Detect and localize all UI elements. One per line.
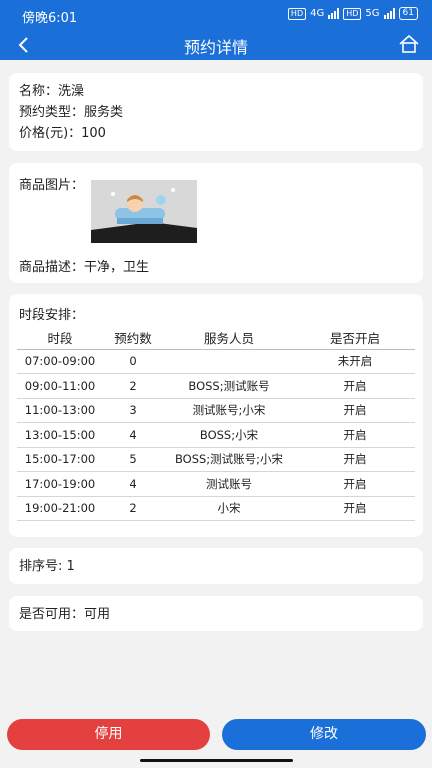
booking-count: 4 bbox=[103, 422, 163, 448]
hd-badge: HD bbox=[287, 7, 307, 20]
column-header: 是否开启 bbox=[295, 327, 415, 350]
time-slot: 09:00-11:00 bbox=[17, 373, 103, 399]
enabled-status: 开启 bbox=[295, 496, 415, 521]
network-label: 4G bbox=[310, 8, 325, 19]
column-header: 服务人员 bbox=[163, 327, 295, 350]
time-slot: 17:00-19:00 bbox=[17, 471, 103, 497]
time-slot: 07:00-09:00 bbox=[17, 349, 103, 374]
staff: 小宋 bbox=[163, 496, 295, 521]
price: 价格(元)：100 bbox=[19, 126, 106, 141]
service-name: 名称：洗澡 bbox=[19, 84, 85, 99]
top-nav-bar: 预约详情 bbox=[0, 30, 432, 60]
schedule-card: 时段安排： 时段 预约数 服务人员 是否开启 07:00-09:00 0 未开启… bbox=[9, 294, 423, 537]
booking-count: 0 bbox=[103, 349, 163, 374]
booking-count: 4 bbox=[103, 471, 163, 497]
table-header-row: 时段 预约数 服务人员 是否开启 bbox=[17, 327, 415, 350]
enabled-status: 开启 bbox=[295, 447, 415, 472]
signal-icon-2 bbox=[383, 8, 395, 19]
sort-order: 排序号: 1 bbox=[19, 559, 75, 574]
network-label-2: 5G bbox=[365, 8, 380, 19]
edit-button[interactable]: 修改 bbox=[222, 719, 426, 750]
time-slot: 19:00-21:00 bbox=[17, 496, 103, 521]
staff bbox=[163, 349, 295, 374]
column-header: 时段 bbox=[17, 327, 103, 350]
sort-order-card: 排序号: 1 bbox=[9, 548, 423, 584]
product-image[interactable] bbox=[91, 180, 197, 243]
booking-count: 2 bbox=[103, 496, 163, 521]
time-slot: 11:00-13:00 bbox=[17, 398, 103, 423]
basic-info-card: 名称：洗澡 预约类型：服务类 价格(元)：100 bbox=[9, 73, 423, 151]
enabled-status: 开启 bbox=[295, 398, 415, 423]
enabled-status: 开启 bbox=[295, 471, 415, 497]
schedule-table: 时段 预约数 服务人员 是否开启 07:00-09:00 0 未开启 09:00… bbox=[17, 327, 415, 521]
staff: 测试账号;小宋 bbox=[163, 398, 295, 423]
table-row: 17:00-19:00 4 测试账号 开启 bbox=[17, 471, 415, 497]
enabled-status: 开启 bbox=[295, 422, 415, 448]
table-row: 11:00-13:00 3 测试账号;小宋 开启 bbox=[17, 398, 415, 423]
time-slot: 15:00-17:00 bbox=[17, 447, 103, 472]
staff: 测试账号 bbox=[163, 471, 295, 497]
signal-icon bbox=[328, 8, 340, 19]
booking-count: 3 bbox=[103, 398, 163, 423]
schedule-heading: 时段安排： bbox=[19, 308, 85, 323]
staff: BOSS;测试账号 bbox=[163, 373, 295, 399]
staff: BOSS;小宋 bbox=[163, 422, 295, 448]
table-row: 13:00-15:00 4 BOSS;小宋 开启 bbox=[17, 422, 415, 448]
table-row: 15:00-17:00 5 BOSS;测试账号;小宋 开启 bbox=[17, 447, 415, 472]
enabled-status: 未开启 bbox=[295, 349, 415, 374]
home-icon[interactable] bbox=[398, 33, 420, 55]
home-indicator bbox=[140, 759, 293, 762]
booking-count: 2 bbox=[103, 373, 163, 399]
product-image-label: 商品图片： bbox=[19, 178, 85, 193]
product-description: 商品描述：干净，卫生 bbox=[19, 260, 150, 275]
hd-badge-2: HD bbox=[343, 7, 362, 20]
table-row: 09:00-11:00 2 BOSS;测试账号 开启 bbox=[17, 373, 415, 399]
status-bar: 傍晚6:01 HD 4G HD 5G 61 bbox=[0, 0, 432, 30]
disable-button[interactable]: 停用 bbox=[7, 719, 210, 750]
time-slot: 13:00-15:00 bbox=[17, 422, 103, 448]
table-row: 19:00-21:00 2 小宋 开启 bbox=[17, 496, 415, 521]
column-header: 预约数 bbox=[103, 327, 163, 350]
battery-icon: 61 bbox=[398, 7, 418, 20]
status-icons: HD 4G HD 5G 61 bbox=[287, 7, 418, 20]
enabled-status: 开启 bbox=[295, 373, 415, 399]
availability: 是否可用：可用 bbox=[19, 607, 111, 622]
booking-type: 预约类型：服务类 bbox=[19, 105, 124, 120]
staff: BOSS;测试账号;小宋 bbox=[163, 447, 295, 472]
availability-card: 是否可用：可用 bbox=[9, 596, 423, 631]
page-title: 预约详情 bbox=[183, 38, 248, 57]
product-card: 商品图片： 商品描述：干净，卫生 bbox=[9, 163, 423, 283]
table-row: 07:00-09:00 0 未开启 bbox=[17, 349, 415, 374]
booking-count: 5 bbox=[103, 447, 163, 472]
status-time: 傍晚6:01 bbox=[22, 11, 78, 26]
